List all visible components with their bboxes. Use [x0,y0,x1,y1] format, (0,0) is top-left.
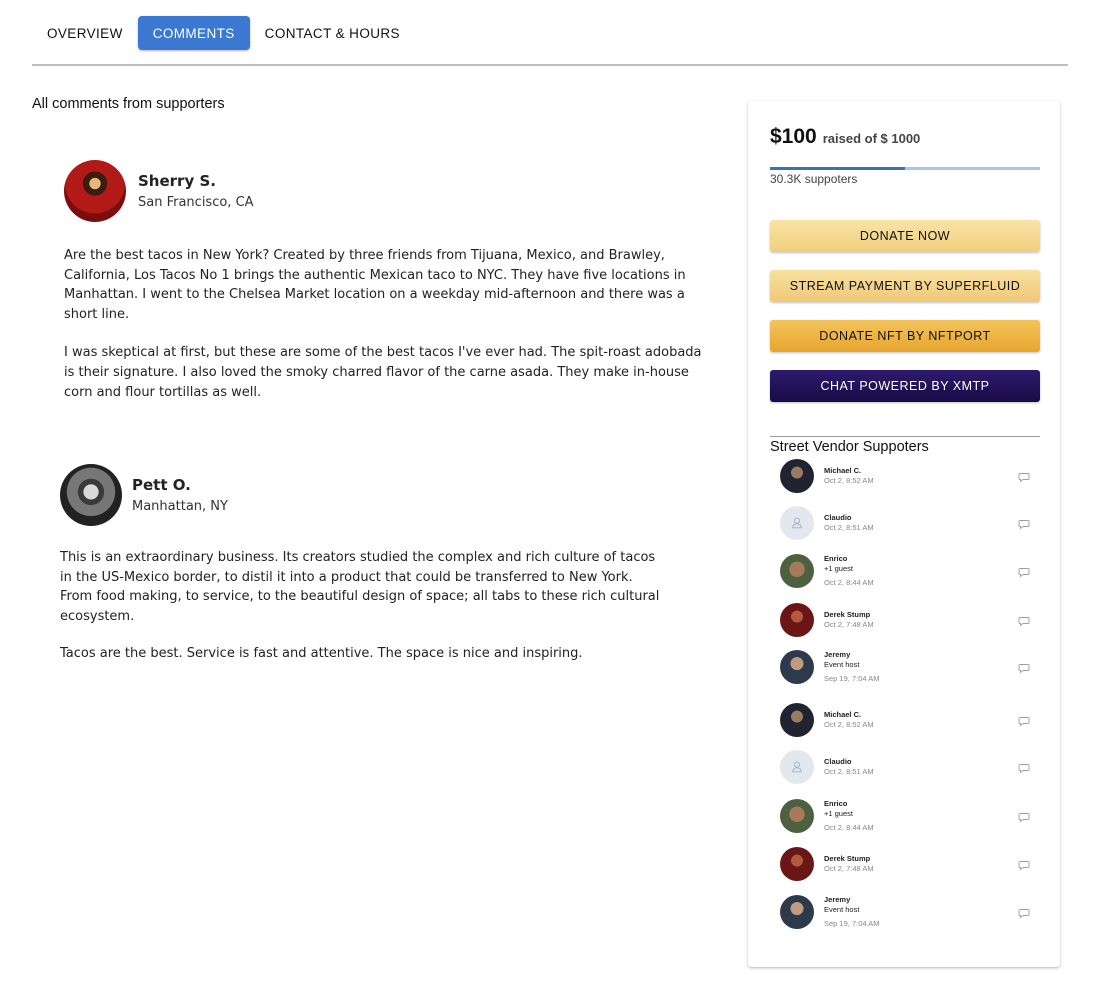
avatar [60,464,122,526]
raised-amount: $100 [770,125,817,148]
message-icon[interactable] [1018,565,1030,578]
supporter-time: Oct 2, 8:44 AM [824,578,874,587]
donate-now-button[interactable]: DONATE NOW [770,220,1040,252]
supporter-note: +1 guest [824,564,853,573]
tab-overview[interactable]: OVERVIEW [32,16,138,50]
supporter-note: +1 guest [824,809,853,818]
supporter-time: Oct 2, 7:48 AM [824,620,874,629]
tab-divider [32,64,1068,66]
supporters-count: 30.3K suppoters [770,172,858,186]
avatar [780,799,814,833]
avatar [780,506,814,540]
progress-bar [770,167,1040,170]
comment-author: Pett O. Manhattan, NY [60,464,700,526]
avatar [780,750,814,784]
comment-author: Sherry S. San Francisco, CA [64,160,704,222]
supporter-name: Michael C. [824,710,862,719]
avatar [780,650,814,684]
supporter-row[interactable]: Enrico +1 guest Oct 2, 8:44 AM [780,554,1030,588]
message-icon[interactable] [1018,517,1030,530]
chat-button[interactable]: CHAT POWERED BY XMTP [770,370,1040,402]
supporter-name: Claudio [824,757,852,766]
message-icon[interactable] [1018,906,1030,919]
message-icon[interactable] [1018,470,1030,483]
supporter-name: Enrico [824,799,848,808]
supporter-row[interactable]: Derek Stump Oct 2, 7:48 AM [780,603,1030,637]
supporter-row[interactable]: Michael C. Oct 2, 8:52 AM [780,703,1030,737]
message-icon[interactable] [1018,761,1030,774]
avatar [780,895,814,929]
supporter-time: Oct 2, 8:52 AM [824,476,874,485]
supporter-name: Claudio [824,513,852,522]
supporter-name: Enrico [824,554,848,563]
supporter-row[interactable]: Jeremy Event host Sep 19, 7:04 AM [780,650,1030,684]
supporter-name: Jeremy [824,650,851,659]
message-icon[interactable] [1018,714,1030,727]
comment-paragraph: Are the best tacos in New York? Created … [64,248,686,322]
comment-paragraph: I was skeptical at first, but these are … [64,345,702,400]
progress-fill [770,167,905,170]
message-icon[interactable] [1018,661,1030,674]
divider [770,436,1040,437]
supporter-time: Oct 2, 8:52 AM [824,720,874,729]
message-icon[interactable] [1018,614,1030,627]
donation-card: $100 raised of $ 1000 30.3K suppoters DO… [748,101,1060,967]
avatar [64,160,126,222]
supporter-row[interactable]: Derek Stump Oct 2, 7:48 AM [780,847,1030,881]
donate-nft-button[interactable]: DONATE NFT BY NFTPORT [770,320,1040,352]
tab-bar: OVERVIEW COMMENTS CONTACT & HOURS [32,16,415,50]
supporter-time: Sep 19, 7:04 AM [824,919,880,928]
supporter-row[interactable]: Jeremy Event host Sep 19, 7:04 AM [780,895,1030,929]
supporter-name: Derek Stump [824,610,871,619]
raised-summary: $100 raised of $ 1000 [770,125,920,149]
supporters-title: Street Vendor Suppoters [770,439,929,455]
author-location: Manhattan, NY [132,499,228,514]
supporter-time: Oct 2, 8:51 AM [824,523,874,532]
supporter-time: Oct 2, 7:48 AM [824,864,874,873]
supporter-time: Oct 2, 8:51 AM [824,767,874,776]
author-name: Pett O. [132,476,191,494]
avatar [780,603,814,637]
supporter-note: Event host [824,660,860,669]
author-location: San Francisco, CA [138,195,254,210]
comment-paragraph: This is an extraordinary business. Its c… [60,550,660,624]
message-icon[interactable] [1018,858,1030,871]
raised-goal-label: raised of $ 1000 [822,131,921,146]
section-title: All comments from supporters [32,96,225,112]
comment-card: Sherry S. San Francisco, CA Are the best… [64,160,704,402]
user-placeholder-icon [792,517,802,529]
user-placeholder-icon [792,761,802,773]
stream-payment-button[interactable]: STREAM PAYMENT BY SUPERFLUID [770,270,1040,302]
supporter-row[interactable]: Claudio Oct 2, 8:51 AM [780,750,1030,784]
avatar [780,459,814,493]
supporter-note: Event host [824,905,860,914]
author-name: Sherry S. [138,172,216,190]
comment-card: Pett O. Manhattan, NY This is an extraor… [60,464,700,664]
supporter-name: Jeremy [824,895,851,904]
avatar [780,703,814,737]
tab-contact-hours[interactable]: CONTACT & HOURS [250,16,415,50]
supporter-name: Derek Stump [824,854,871,863]
avatar [780,554,814,588]
supporter-row[interactable]: Claudio Oct 2, 8:51 AM [780,506,1030,540]
avatar [780,847,814,881]
message-icon[interactable] [1018,810,1030,823]
supporter-time: Sep 19, 7:04 AM [824,674,880,683]
supporter-row[interactable]: Michael C. Oct 2, 8:52 AM [780,459,1030,493]
supporter-row[interactable]: Enrico +1 guest Oct 2, 8:44 AM [780,799,1030,833]
comment-paragraph: Tacos are the best. Service is fast and … [60,646,583,662]
tab-comments[interactable]: COMMENTS [137,16,250,50]
supporter-name: Michael C. [824,466,862,475]
supporter-time: Oct 2, 8:44 AM [824,823,874,832]
